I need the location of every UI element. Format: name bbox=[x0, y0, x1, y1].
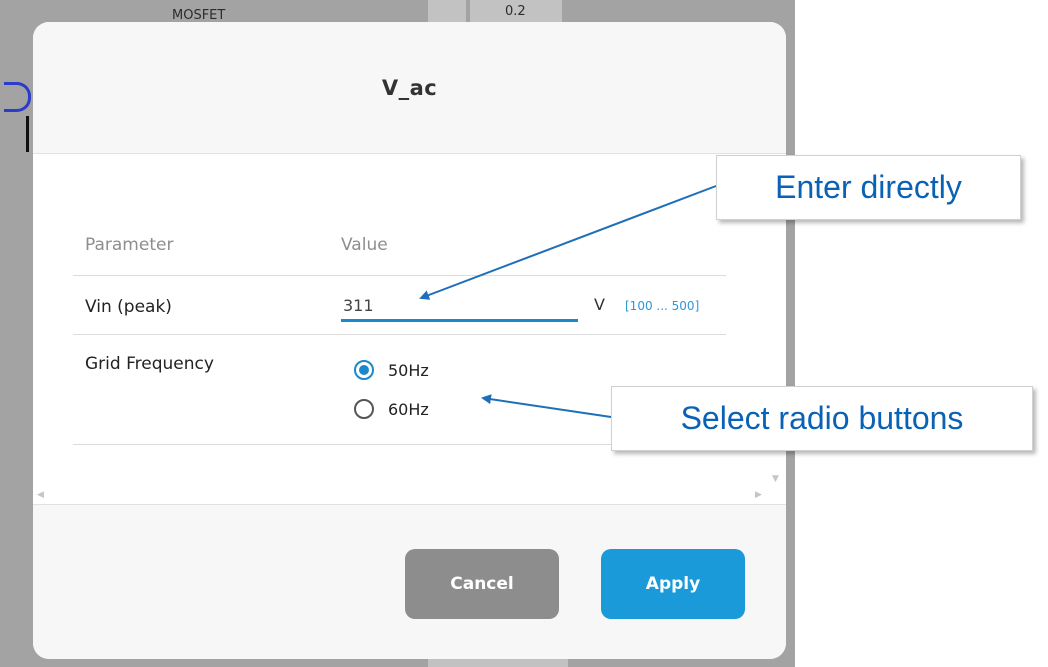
callout-enter-directly-text: Enter directly bbox=[775, 169, 962, 205]
callout-select-radio: Select radio buttons bbox=[611, 386, 1033, 451]
callout-enter-directly: Enter directly bbox=[716, 155, 1021, 220]
annotation-arrows bbox=[419, 185, 717, 418]
callout-select-radio-text: Select radio buttons bbox=[680, 400, 964, 436]
arrow-to-radio-buttons bbox=[481, 394, 612, 418]
arrow-to-vin-input bbox=[419, 185, 717, 300]
